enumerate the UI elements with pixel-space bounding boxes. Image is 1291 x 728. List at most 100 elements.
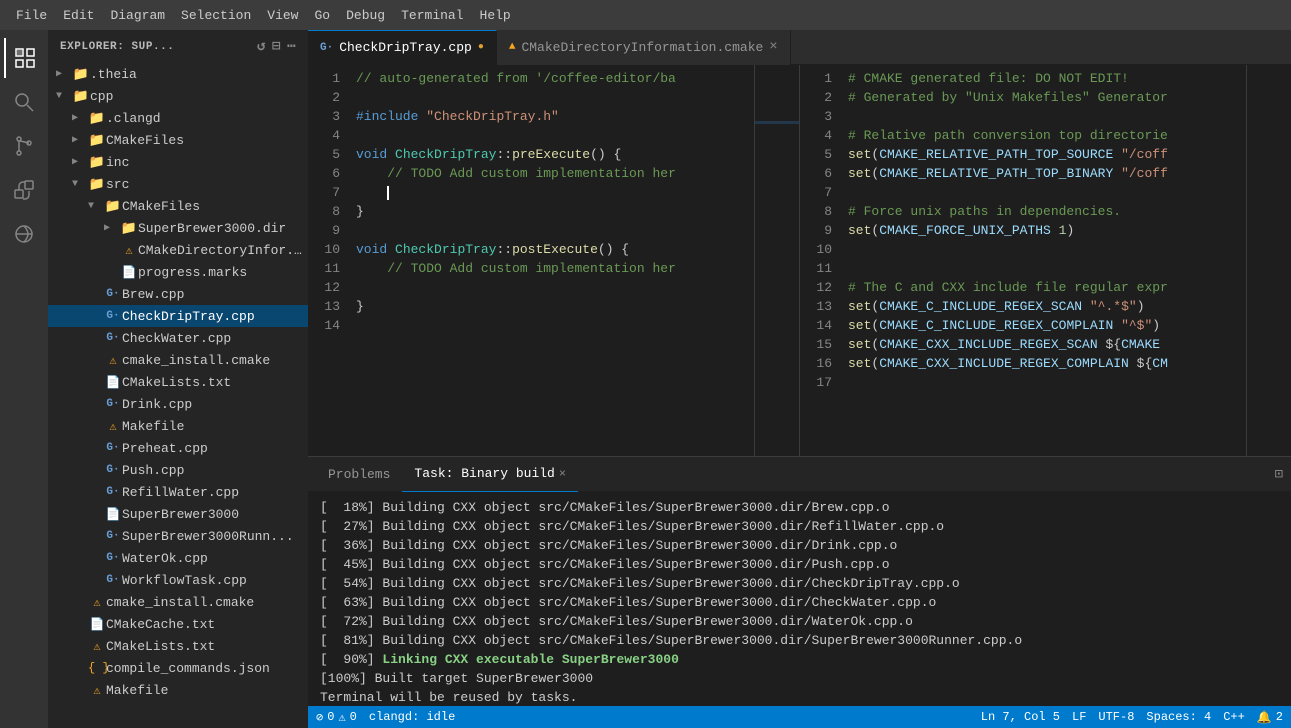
minimap-right — [1246, 65, 1291, 456]
refresh-icon[interactable]: ↺ — [257, 38, 266, 55]
tree-item-brew-cpp[interactable]: G· Brew.cpp — [48, 283, 308, 305]
sidebar-header: EXPLORER: SUP... ↺ ⊟ ⋯ — [48, 30, 308, 63]
tree-item-cpp[interactable]: ▼ 📁 cpp — [48, 85, 308, 107]
menu-help[interactable]: Help — [472, 4, 519, 27]
tab-checkdriptray[interactable]: G· CheckDripTray.cpp ● — [308, 30, 497, 65]
collapse-icon[interactable]: ⊟ — [272, 38, 281, 55]
tree-item-src[interactable]: ▼ 📁 src — [48, 173, 308, 195]
panel-tab-problems[interactable]: Problems — [316, 457, 402, 492]
tree-item-checkdriptray-cpp[interactable]: G· CheckDripTray.cpp — [48, 305, 308, 327]
file-tree: ▶ 📁 .theia ▼ 📁 cpp ▶ 📁 .clangd ▶ — [48, 63, 308, 728]
status-clangd[interactable]: clangd: idle — [369, 710, 455, 724]
status-notifications[interactable]: 🔔 2 — [1257, 710, 1283, 725]
activity-search[interactable] — [4, 82, 44, 122]
status-right: Ln 7, Col 5 LF UTF-8 Spaces: 4 C++ 🔔 2 — [981, 710, 1283, 725]
tree-item-superbrewer-runner[interactable]: G· SuperBrewer3000Runn... — [48, 525, 308, 547]
tree-item-checkwater-cpp[interactable]: G· CheckWater.cpp — [48, 327, 308, 349]
editor-wrapper: G· CheckDripTray.cpp ● ▲ CMakeDirectoryI… — [308, 30, 1291, 728]
language-label: C++ — [1223, 710, 1245, 724]
tree-item-cmakecache[interactable]: 📄 CMakeCache.txt — [48, 613, 308, 635]
terminal-line-12: Terminal will be reused by tasks. — [320, 688, 1279, 706]
terminal-line-10: [100%] Built target SuperBrewer3000 — [320, 669, 1279, 688]
code-content-right[interactable]: # CMAKE generated file: DO NOT EDIT! # G… — [840, 65, 1246, 456]
terminal-content[interactable]: [ 18%] Building CXX object src/CMakeFile… — [308, 492, 1291, 706]
encoding-label: UTF-8 — [1098, 710, 1134, 724]
menu-file[interactable]: File — [8, 4, 55, 27]
activity-extensions[interactable] — [4, 170, 44, 210]
status-spaces[interactable]: Spaces: 4 — [1146, 710, 1211, 724]
line-numbers-left: 1234 5678 9101112 1314 — [308, 65, 348, 456]
clangd-status: clangd: idle — [369, 710, 455, 724]
status-language[interactable]: C++ — [1223, 710, 1245, 724]
menu-view[interactable]: View — [259, 4, 306, 27]
menu-selection[interactable]: Selection — [173, 4, 259, 27]
sidebar: EXPLORER: SUP... ↺ ⊟ ⋯ ▶ 📁 .theia ▼ 📁 cp… — [48, 30, 308, 728]
tabs-bar: G· CheckDripTray.cpp ● ▲ CMakeDirectoryI… — [308, 30, 1291, 65]
tree-item-cmake-install2[interactable]: ⚠ cmake_install.cmake — [48, 591, 308, 613]
cursor-position: Ln 7, Col 5 — [981, 710, 1060, 724]
warning-icon: ⚠ — [338, 710, 345, 725]
tree-item-progress-marks[interactable]: 📄 progress.marks — [48, 261, 308, 283]
tree-item-superbrewer-exe[interactable]: 📄 SuperBrewer3000 — [48, 503, 308, 525]
tree-item-theia[interactable]: ▶ 📁 .theia — [48, 63, 308, 85]
panel-right-icons: ⊡ — [1275, 466, 1283, 483]
status-left: ⊘ 0 ⚠ 0 clangd: idle — [316, 710, 455, 725]
panel-tabs: Problems Task: Binary build × ⊡ — [308, 457, 1291, 492]
tree-item-refillwater-cpp[interactable]: G· RefillWater.cpp — [48, 481, 308, 503]
tab-cpp-icon: G· — [320, 42, 333, 54]
code-area-left[interactable]: 1234 5678 9101112 1314 // auto-generated… — [308, 65, 799, 456]
terminal-line-5: [ 54%] Building CXX object src/CMakeFile… — [320, 574, 1279, 593]
menu-terminal[interactable]: Terminal — [393, 4, 471, 27]
tree-item-drink-cpp[interactable]: G· Drink.cpp — [48, 393, 308, 415]
tree-item-src-cmake-files[interactable]: ▼ 📁 CMakeFiles — [48, 195, 308, 217]
menu-debug[interactable]: Debug — [338, 4, 393, 27]
activity-bar — [0, 30, 48, 728]
editor-panel-left: 1234 5678 9101112 1314 // auto-generated… — [308, 65, 799, 456]
tree-item-inc[interactable]: ▶ 📁 inc — [48, 151, 308, 173]
tree-item-push-cpp[interactable]: G· Push.cpp — [48, 459, 308, 481]
menu-bar: File Edit Diagram Selection View Go Debu… — [0, 0, 1291, 30]
tree-item-cmake-dir-info[interactable]: ⚠ CMakeDirectoryInfor... — [48, 239, 308, 261]
tree-item-makefile2[interactable]: ⚠ Makefile — [48, 679, 308, 701]
tree-item-cmakelists-warn[interactable]: ⚠ CMakeLists.txt — [48, 635, 308, 657]
terminal-line-6: [ 63%] Building CXX object src/CMakeFile… — [320, 593, 1279, 612]
menu-edit[interactable]: Edit — [55, 4, 102, 27]
tree-item-compile-commands[interactable]: { } compile_commands.json — [48, 657, 308, 679]
tab-close-cmake[interactable]: × — [769, 39, 777, 55]
tree-item-cmakelists-txt[interactable]: 📄 CMakeLists.txt — [48, 371, 308, 393]
more-icon[interactable]: ⋯ — [287, 38, 296, 55]
bell-icon: 🔔 — [1257, 710, 1272, 725]
status-position[interactable]: Ln 7, Col 5 — [981, 710, 1060, 724]
panel-tab-task[interactable]: Task: Binary build × — [402, 457, 578, 492]
menu-diagram[interactable]: Diagram — [102, 4, 173, 27]
tree-item-makefile[interactable]: ⚠ Makefile — [48, 415, 308, 437]
tab-cmake-label: CMakeDirectoryInformation.cmake — [521, 40, 763, 55]
notification-count: 2 — [1276, 710, 1283, 724]
status-eol[interactable]: LF — [1072, 710, 1086, 724]
status-bar: ⊘ 0 ⚠ 0 clangd: idle Ln 7, Col 5 LF UTF-… — [308, 706, 1291, 728]
spaces-label: Spaces: 4 — [1146, 710, 1211, 724]
tab-cmake-dir-info[interactable]: ▲ CMakeDirectoryInformation.cmake × — [497, 30, 791, 65]
tree-item-workflowtask-cpp[interactable]: G· WorkflowTask.cpp — [48, 569, 308, 591]
status-encoding[interactable]: UTF-8 — [1098, 710, 1134, 724]
tree-item-cmake-files[interactable]: ▶ 📁 CMakeFiles — [48, 129, 308, 151]
activity-source-control[interactable] — [4, 126, 44, 166]
tree-item-preheat-cpp[interactable]: G· Preheat.cpp — [48, 437, 308, 459]
tree-item-cmake-install-warn[interactable]: ⚠ cmake_install.cmake — [48, 349, 308, 371]
editor-panels: 1234 5678 9101112 1314 // auto-generated… — [308, 65, 1291, 456]
code-content-left[interactable]: // auto-generated from '/coffee-editor/b… — [348, 65, 754, 456]
panel-task-close[interactable]: × — [559, 467, 566, 481]
error-icon: ⊘ — [316, 710, 323, 725]
tree-item-waterok-cpp[interactable]: G· WaterOk.cpp — [48, 547, 308, 569]
maximize-panel-icon[interactable]: ⊡ — [1275, 466, 1283, 483]
activity-explorer[interactable] — [4, 38, 44, 78]
tree-item-superbrewer-dir[interactable]: ▶ 📁 SuperBrewer3000.dir — [48, 217, 308, 239]
error-count: 0 — [327, 710, 334, 724]
status-errors[interactable]: ⊘ 0 ⚠ 0 — [316, 710, 357, 725]
menu-go[interactable]: Go — [306, 4, 338, 27]
tree-item-clangd[interactable]: ▶ 📁 .clangd — [48, 107, 308, 129]
tab-modified-dot: ● — [478, 42, 484, 53]
code-area-right[interactable]: 1234 5678 9101112 1314151617 # CMAKE gen… — [800, 65, 1291, 456]
activity-diagram[interactable] — [4, 214, 44, 254]
terminal-line-9: [ 90%] Linking CXX executable SuperBrewe… — [320, 650, 1279, 669]
